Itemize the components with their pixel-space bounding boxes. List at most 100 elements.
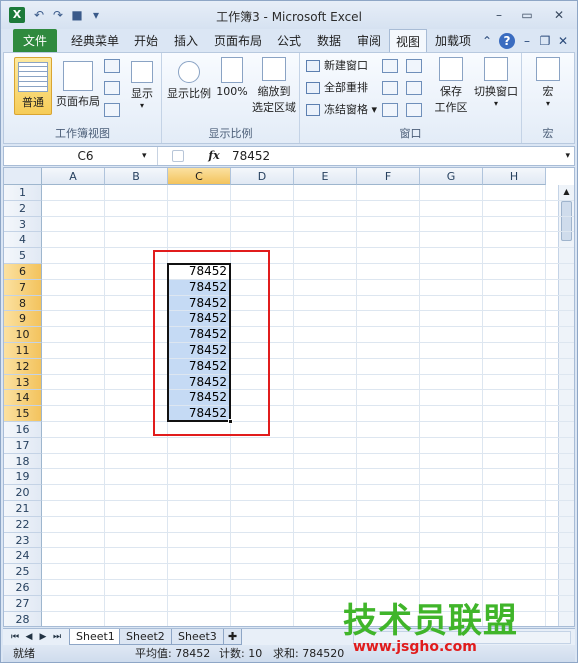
row-header-8[interactable]: 8 (4, 295, 42, 312)
row-header-27[interactable]: 27 (4, 595, 42, 612)
doc-minimize-icon[interactable]: – (519, 33, 535, 49)
row-header-20[interactable]: 20 (4, 485, 42, 501)
row-header-16[interactable]: 16 (4, 422, 42, 438)
unhide-icon[interactable] (382, 103, 398, 117)
row-header-2[interactable]: 2 (4, 200, 42, 217)
custom-views-icon[interactable] (104, 81, 120, 95)
maximize-button[interactable]: ▭ (517, 7, 537, 23)
arrange-all-button[interactable]: 全部重排 (304, 79, 368, 97)
page-layout-view-button[interactable]: 页面布局 (56, 57, 100, 115)
view-side-by-side-icon[interactable] (406, 59, 422, 73)
column-header-f[interactable]: F (357, 168, 420, 185)
doc-restore-icon[interactable]: ❐ (537, 33, 553, 49)
minimize-ribbon-icon[interactable]: ⌃ (479, 33, 495, 49)
tab-file[interactable]: 文件 (13, 29, 57, 53)
grid-line (42, 405, 574, 407)
next-sheet-icon[interactable]: ▶ (37, 630, 49, 644)
freeze-panes-button[interactable]: 冻结窗格 ▾ (304, 101, 377, 119)
sheet-tab-sheet2[interactable]: Sheet2 (119, 629, 172, 645)
prev-sheet-icon[interactable]: ◀ (23, 630, 35, 644)
row-header-3[interactable]: 3 (4, 216, 42, 233)
group-label-workbook-views: 工作簿视图 (55, 127, 110, 140)
column-header-c[interactable]: C (168, 168, 231, 185)
tab-classic-menu[interactable]: 经典菜单 (65, 29, 125, 53)
name-box[interactable]: C6 (14, 147, 158, 165)
select-all-corner[interactable] (4, 168, 42, 185)
column-header-d[interactable]: D (231, 168, 294, 185)
chevron-down-icon: ▾ (545, 99, 550, 108)
normal-view-button[interactable]: 普通 (14, 57, 52, 115)
help-icon[interactable]: ? (499, 33, 515, 49)
row-header-7[interactable]: 7 (4, 279, 42, 296)
scroll-up-icon[interactable]: ▲ (559, 185, 574, 199)
close-button[interactable]: ✕ (549, 7, 569, 23)
show-button[interactable]: 显示 ▾ (126, 57, 158, 115)
last-sheet-icon[interactable]: ⏭ (51, 630, 63, 644)
name-box-dropdown-icon[interactable]: ▾ (142, 147, 147, 165)
hide-icon[interactable] (382, 81, 398, 95)
row-header-17[interactable]: 17 (4, 437, 42, 454)
row-header-25[interactable]: 25 (4, 564, 42, 580)
worksheet-grid[interactable]: ▲ A B C D E F G H 1 2 3 4 5 6 7 8 9 10 11 12 13 14 15 16 17 18 19 2… (3, 167, 575, 627)
row-header-13[interactable]: 13 (4, 374, 42, 391)
grid-line (42, 199, 574, 201)
zoom-100-button[interactable]: 100% (214, 57, 250, 115)
new-window-button[interactable]: 新建窗口 (304, 57, 368, 75)
tab-addins[interactable]: 加载项 (431, 29, 475, 53)
tab-data[interactable]: 数据 (311, 29, 347, 53)
row-header-22[interactable]: 22 (4, 516, 42, 533)
row-header-4[interactable]: 4 (4, 232, 42, 249)
row-header-18[interactable]: 18 (4, 453, 42, 470)
row-header-19[interactable]: 19 (4, 469, 42, 486)
full-screen-icon[interactable] (104, 103, 120, 117)
sheet-tab-sheet1[interactable]: Sheet1 (69, 629, 122, 645)
grid-line (42, 294, 574, 296)
page-break-preview-icon[interactable] (104, 59, 120, 73)
tab-insert[interactable]: 插入 (167, 29, 205, 53)
column-header-b[interactable]: B (105, 168, 168, 185)
expand-formula-bar-icon[interactable]: ▾ (565, 147, 570, 165)
row-header-10[interactable]: 10 (4, 327, 42, 343)
tab-home[interactable]: 开始 (127, 29, 165, 53)
row-header-5[interactable]: 5 (4, 248, 42, 264)
macros-button[interactable]: 宏 ▾ (530, 57, 566, 119)
synchronous-scrolling-icon[interactable] (406, 81, 422, 95)
tab-review[interactable]: 审阅 (351, 29, 387, 53)
row-header-14[interactable]: 14 (4, 390, 42, 407)
first-sheet-icon[interactable]: ⏮ (9, 630, 21, 644)
row-header-23[interactable]: 23 (4, 532, 42, 549)
column-header-e[interactable]: E (294, 168, 357, 185)
grid-line (42, 531, 574, 533)
formula-bar-splitter[interactable] (172, 150, 184, 162)
save-workspace-button[interactable]: 保存 工作区 (432, 57, 470, 119)
switch-windows-button[interactable]: 切换窗口 ▾ (472, 57, 520, 119)
zoom-to-selection-button[interactable]: 缩放到 选定区域 (252, 57, 296, 119)
insert-function-icon[interactable]: fx (204, 147, 224, 165)
ribbon: 普通 页面布局 显示 ▾ 工作簿视图 显示比例 100% 缩放到 选定区域 显示… (3, 52, 575, 144)
tab-view[interactable]: 视图 (389, 29, 427, 53)
row-header-21[interactable]: 21 (4, 501, 42, 517)
row-header-12[interactable]: 12 (4, 358, 42, 375)
vertical-scroll-thumb[interactable] (561, 201, 572, 241)
split-icon[interactable] (382, 59, 398, 73)
doc-close-icon[interactable]: ✕ (555, 33, 571, 49)
column-header-g[interactable]: G (420, 168, 483, 185)
reset-window-position-icon[interactable] (406, 103, 422, 117)
insert-sheet-icon[interactable]: ✚ (223, 629, 243, 645)
tab-formulas[interactable]: 公式 (271, 29, 307, 53)
formula-input[interactable]: 78452 (232, 147, 270, 165)
sheet-tab-sheet3[interactable]: Sheet3 (171, 629, 224, 645)
minimize-button[interactable]: – (489, 7, 509, 23)
column-header-a[interactable]: A (42, 168, 105, 185)
zoom-button[interactable]: 显示比例 (166, 57, 212, 115)
tab-page-layout[interactable]: 页面布局 (209, 29, 267, 53)
row-header-15[interactable]: 15 (4, 406, 42, 422)
row-header-24[interactable]: 24 (4, 548, 42, 565)
row-header-9[interactable]: 9 (4, 311, 42, 328)
row-header-11[interactable]: 11 (4, 343, 42, 359)
row-header-28[interactable]: 28 (4, 611, 42, 626)
row-header-1[interactable]: 1 (4, 185, 42, 201)
row-header-26[interactable]: 26 (4, 580, 42, 596)
row-header-6[interactable]: 6 (4, 264, 42, 280)
column-header-h[interactable]: H (483, 168, 546, 185)
